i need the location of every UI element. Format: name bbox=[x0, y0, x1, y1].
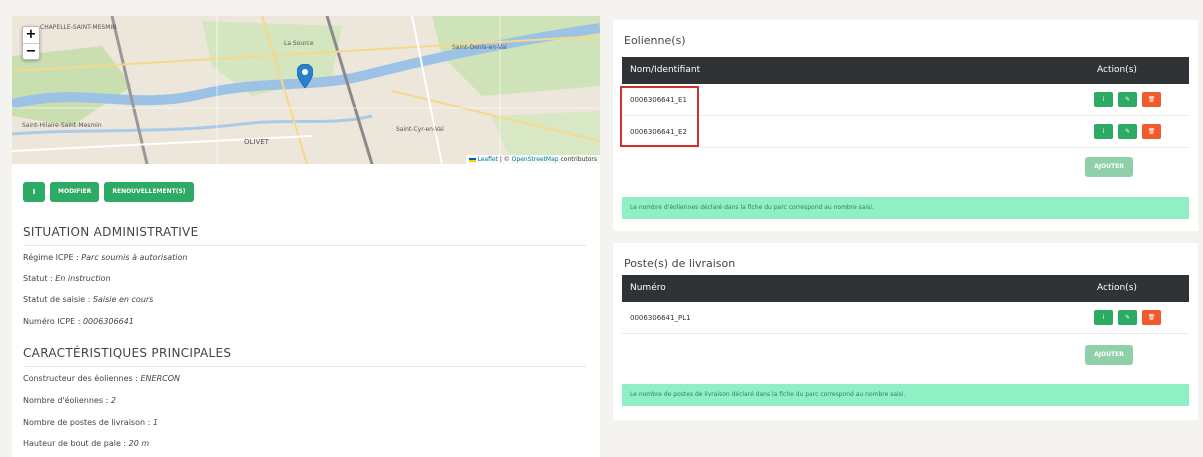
delivery-stations-alert: Le nombre de postes de livraison déclaré… bbox=[622, 384, 1189, 406]
map-label: OLIVET bbox=[244, 138, 269, 146]
field-label: Nombre d'éoliennes : bbox=[23, 396, 111, 405]
zoom-in-button[interactable]: + bbox=[23, 27, 39, 43]
table-row: 0006306641_E1 i ✎ 🗑 bbox=[622, 84, 1189, 116]
field-label: Nombre de postes de livraison : bbox=[23, 418, 153, 427]
blade-tip-height: Hauteur de bout de pale : 20 m bbox=[23, 439, 149, 448]
turbines-alert: Le nombre d'éoliennes déclaré dans la fi… bbox=[622, 197, 1189, 219]
map-zoom-control: + − bbox=[22, 26, 40, 60]
column-header-actions: Action(s) bbox=[1097, 283, 1137, 293]
edit-icon[interactable]: ✎ bbox=[1118, 310, 1137, 325]
map-marker-icon[interactable] bbox=[297, 64, 313, 88]
table-row: 0006306641_PL1 i ✎ 🗑 bbox=[622, 302, 1189, 334]
delete-icon[interactable]: 🗑 bbox=[1142, 92, 1161, 107]
turbine-count: Nombre d'éoliennes : 2 bbox=[23, 396, 116, 405]
field-label: Régime ICPE : bbox=[23, 253, 82, 262]
add-delivery-station-button[interactable]: AJOUTER bbox=[1085, 345, 1133, 365]
openstreetmap-link[interactable]: OpenStreetMap bbox=[512, 156, 559, 163]
icpe-number: Numéro ICPE : 0006306641 bbox=[23, 317, 134, 326]
leaflet-link[interactable]: Leaflet bbox=[477, 156, 497, 163]
row-actions: i ✎ 🗑 bbox=[1094, 92, 1161, 107]
delete-icon[interactable]: 🗑 bbox=[1142, 124, 1161, 139]
status: Statut : En instruction bbox=[23, 274, 111, 283]
delete-icon[interactable]: 🗑 bbox=[1142, 310, 1161, 325]
icpe-regime: Régime ICPE : Parc soumis à autorisation bbox=[23, 253, 187, 262]
turbines-title: Eolienne(s) bbox=[624, 34, 686, 47]
zoom-out-button[interactable]: − bbox=[23, 43, 39, 59]
field-label: Statut de saisie : bbox=[23, 295, 93, 304]
row-actions: i ✎ 🗑 bbox=[1094, 124, 1161, 139]
divider bbox=[23, 366, 586, 367]
turbine-name: 0006306641_E1 bbox=[630, 96, 687, 104]
delivery-stations-table-header: Numéro Action(s) bbox=[622, 275, 1189, 302]
delivery-stations-title: Poste(s) de livraison bbox=[624, 257, 736, 270]
edit-icon[interactable]: ✎ bbox=[1118, 92, 1137, 107]
table-row: 0006306641_E2 i ✎ 🗑 bbox=[622, 116, 1189, 148]
field-value: 0006306641 bbox=[82, 317, 134, 326]
field-label: Hauteur de bout de pale : bbox=[23, 439, 129, 448]
column-header-actions: Action(s) bbox=[1097, 65, 1137, 75]
column-header-name: Nom/Identifiant bbox=[630, 65, 701, 75]
map-label: La Source bbox=[284, 40, 314, 47]
column-header-number: Numéro bbox=[630, 283, 666, 293]
renewal-button[interactable]: RENOUVELLEMENT(S) bbox=[104, 182, 194, 202]
map[interactable]: CHAPELLE-SAINT-MESMIN OLIVET La Source S… bbox=[12, 16, 600, 164]
attribution-suffix: contributors bbox=[558, 156, 598, 163]
field-value: Parc soumis à autorisation bbox=[81, 253, 188, 262]
map-attribution: Leaflet | © OpenStreetMap contributors bbox=[466, 155, 600, 164]
map-tiles bbox=[12, 16, 600, 164]
turbine-name: 0006306641_E2 bbox=[630, 128, 687, 136]
field-value: ENERCON bbox=[140, 374, 181, 383]
turbines-panel: Eolienne(s) Nom/Identifiant Action(s) 00… bbox=[613, 20, 1198, 231]
field-value: 1 bbox=[152, 418, 158, 427]
map-label: Saint-Denis-en-Val bbox=[452, 44, 507, 51]
info-button[interactable]: i bbox=[1094, 310, 1113, 325]
info-button[interactable]: i bbox=[1094, 124, 1113, 139]
map-label: Saint-Hilaire-Saint-Mesmin bbox=[22, 122, 102, 129]
delivery-station-count: Nombre de postes de livraison : 1 bbox=[23, 418, 158, 427]
admin-section-title: SITUATION ADMINISTRATIVE bbox=[23, 225, 199, 239]
map-label: Saint-Cyr-en-Val bbox=[396, 126, 444, 133]
turbine-manufacturer: Constructeur des éoliennes : ENERCON bbox=[23, 374, 180, 383]
modify-button[interactable]: MODIFIER bbox=[50, 182, 100, 202]
info-button[interactable]: i bbox=[1094, 92, 1113, 107]
turbines-table-header: Nom/Identifiant Action(s) bbox=[622, 57, 1189, 84]
field-value: Saisie en cours bbox=[92, 295, 154, 304]
park-details-panel: CHAPELLE-SAINT-MESMIN OLIVET La Source S… bbox=[12, 16, 600, 457]
delivery-station-number: 0006306641_PL1 bbox=[630, 314, 691, 322]
ukraine-flag-icon bbox=[469, 157, 477, 162]
field-label: Statut : bbox=[23, 274, 56, 283]
edit-icon[interactable]: ✎ bbox=[1118, 124, 1137, 139]
info-button[interactable]: i bbox=[23, 182, 45, 202]
divider bbox=[23, 245, 586, 246]
attribution-separator: | © bbox=[497, 156, 512, 163]
field-value: 2 bbox=[110, 396, 116, 405]
add-turbine-button[interactable]: AJOUTER bbox=[1085, 157, 1133, 177]
delivery-stations-panel: Poste(s) de livraison Numéro Action(s) 0… bbox=[613, 243, 1198, 420]
row-actions: i ✎ 🗑 bbox=[1094, 310, 1161, 325]
park-actions: i MODIFIER RENOUVELLEMENT(S) bbox=[23, 182, 194, 202]
map-label: CHAPELLE-SAINT-MESMIN bbox=[40, 24, 117, 31]
entry-status: Statut de saisie : Saisie en cours bbox=[23, 295, 153, 304]
field-label: Constructeur des éoliennes : bbox=[23, 374, 141, 383]
field-value: 20 m bbox=[128, 439, 150, 448]
field-value: En instruction bbox=[55, 274, 111, 283]
field-label: Numéro ICPE : bbox=[23, 317, 83, 326]
characteristics-section-title: CARACTÉRISTIQUES PRINCIPALES bbox=[23, 346, 232, 360]
